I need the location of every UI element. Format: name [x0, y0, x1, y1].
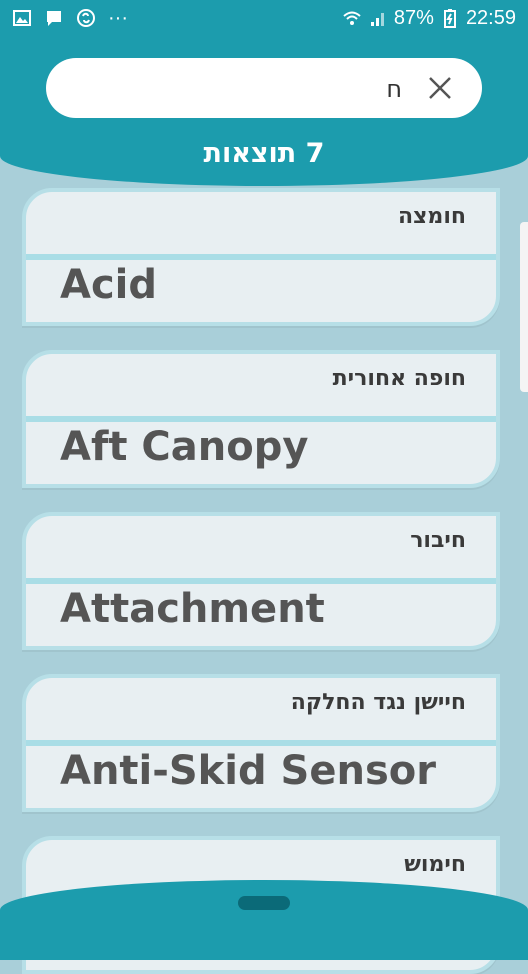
english-term: Acid: [60, 262, 158, 308]
clock: 22:59: [465, 7, 516, 29]
drag-handle[interactable]: [238, 896, 290, 910]
english-term: Anti-Skid Sensor: [60, 748, 436, 794]
image-icon: [13, 10, 31, 26]
close-icon[interactable]: [426, 74, 454, 102]
wifi-icon: [343, 11, 361, 25]
result-card[interactable]: חיישן נגד החלקה Anti-Skid Sensor: [22, 674, 500, 812]
battery-percent: 87%: [393, 7, 434, 29]
results-count: 7 תוצאות: [203, 138, 325, 169]
result-card[interactable]: חומצה Acid: [22, 188, 500, 326]
hebrew-term: חיישן נגד החלקה: [290, 690, 466, 715]
system-indicators: 87% 22:59: [342, 6, 516, 30]
card-divider: [26, 740, 496, 746]
scroll-indicator[interactable]: [520, 222, 528, 392]
status-bar: ··· 87% 22:59: [0, 0, 528, 36]
card-divider: [26, 416, 496, 422]
bottom-panel: [0, 880, 528, 960]
hebrew-term: חיבור: [410, 528, 466, 553]
card-divider: [26, 254, 496, 260]
more-indicator: ···: [108, 7, 128, 29]
shazam-icon: [77, 9, 95, 27]
hebrew-term: חימוש: [404, 852, 466, 877]
chat-icon: [47, 11, 61, 26]
search-input[interactable]: [80, 70, 404, 108]
hebrew-term: חומצה: [397, 204, 466, 229]
battery-icon: [443, 9, 456, 28]
english-term: Attachment: [60, 586, 325, 632]
result-card[interactable]: חופה אחורית Aft Canopy: [22, 350, 500, 488]
english-term: Aft Canopy: [60, 424, 309, 470]
notification-icons: ···: [12, 6, 128, 30]
signal-icon: [370, 13, 384, 26]
card-divider: [26, 578, 496, 584]
hebrew-term: חופה אחורית: [332, 366, 466, 391]
search-bar[interactable]: [46, 58, 482, 118]
result-card[interactable]: חיבור Attachment: [22, 512, 500, 650]
